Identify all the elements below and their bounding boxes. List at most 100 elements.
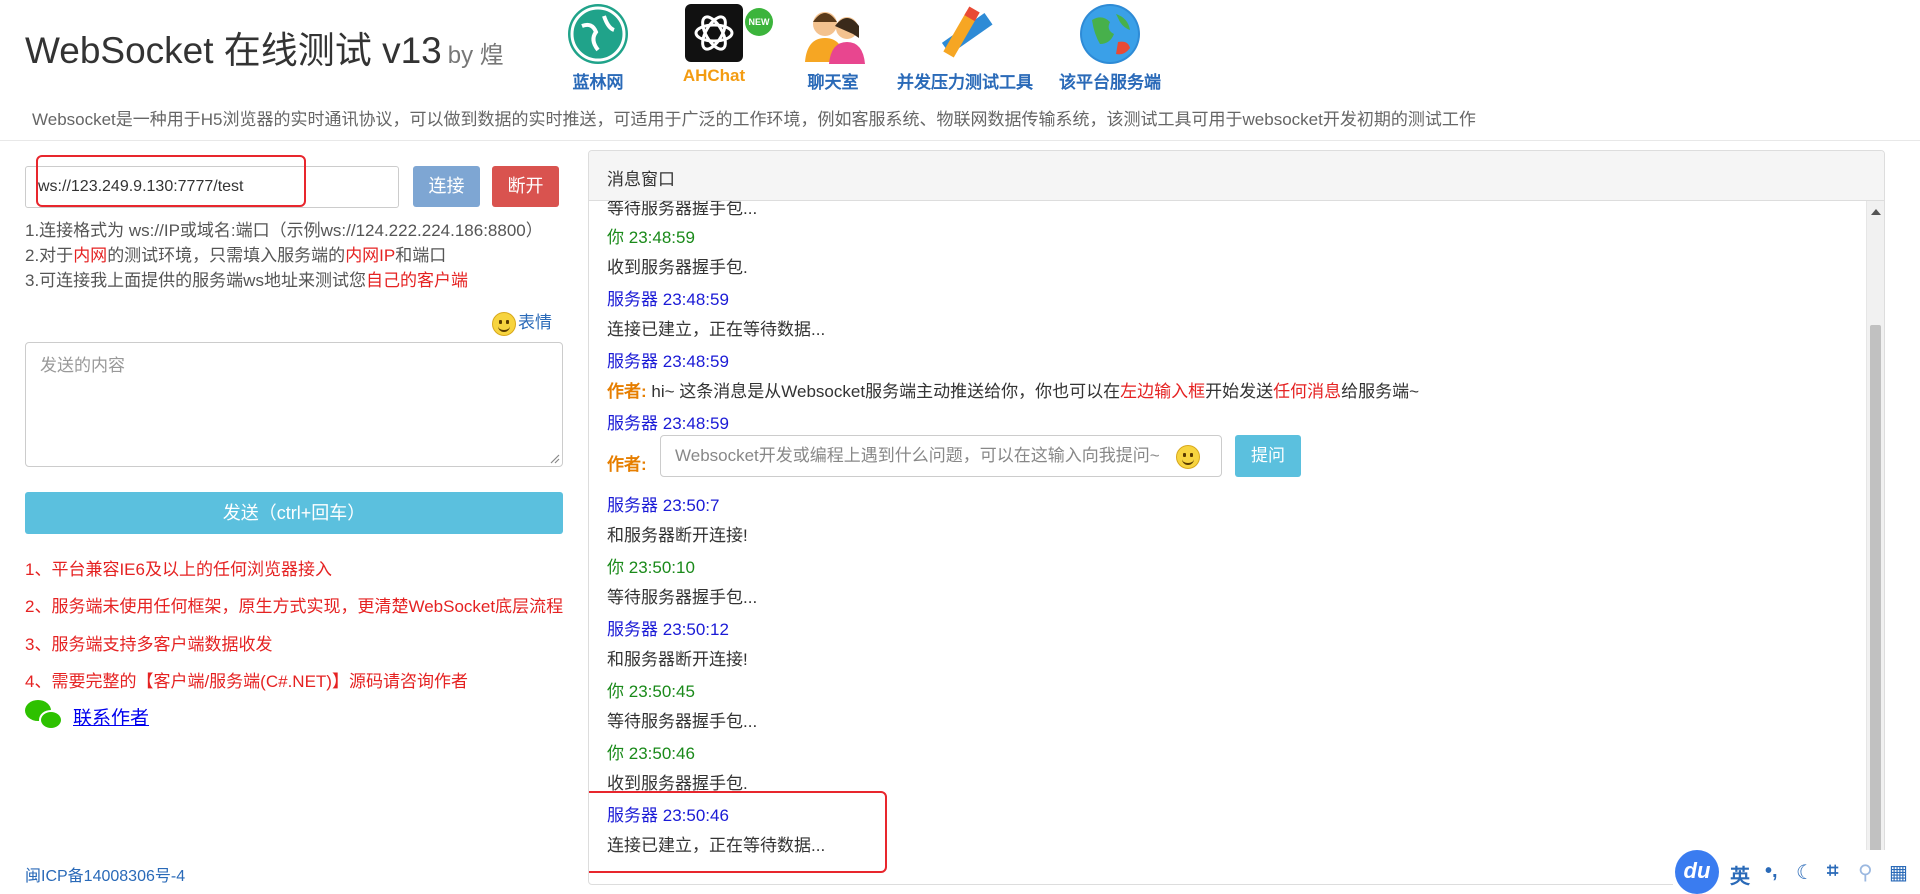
- contact-author-link[interactable]: 联系作者: [73, 708, 149, 729]
- ime-punct-icon[interactable]: •,: [1765, 860, 1778, 883]
- message-panel: 消息窗口 等待服务器握手包... 你 23:48:59 收到服务器握手包. 服务…: [588, 150, 1885, 885]
- author-label: 作者:: [607, 382, 647, 401]
- site-subtitle: Websocket是一种用于H5浏览器的实时通讯协议，可以做到数据的实时推送，可…: [32, 110, 1476, 129]
- message-time: 23:50:45: [628, 682, 695, 701]
- emoji-label: 表情: [518, 313, 552, 332]
- disconnect-button[interactable]: 断开: [492, 166, 559, 207]
- tip-highlight: 内网: [73, 246, 108, 265]
- message-time: 23:48:59: [662, 290, 729, 309]
- message-text: 和服务器断开连接!: [607, 650, 748, 669]
- message-text: 作者: hi~ 这条消息是从Websocket服务端主动推送给你，你也可以在左边…: [607, 377, 1419, 402]
- ask-button[interactable]: 提问: [1235, 435, 1301, 477]
- top-link-label: 并发压力测试工具: [897, 73, 1033, 92]
- message-item: 你 23:48:59 收到服务器握手包.: [607, 223, 748, 278]
- message-meta: 服务器 23:50:12: [607, 615, 748, 640]
- ime-crop-icon[interactable]: ⌗: [1827, 860, 1838, 883]
- message-meta: 服务器 23:48:59: [607, 285, 825, 310]
- message-sender: 你: [607, 228, 624, 247]
- message-meta: 服务器 23:50:7: [607, 491, 748, 516]
- message-list[interactable]: 等待服务器握手包... 你 23:48:59 收到服务器握手包. 服务器 23:…: [589, 201, 1867, 884]
- message-item: 服务器 23:50:7 和服务器断开连接!: [607, 491, 748, 546]
- earth-icon: [1080, 4, 1140, 64]
- message-time: 23:50:12: [662, 620, 729, 639]
- top-link-label: 该平台服务端: [1059, 73, 1161, 92]
- message-item: 服务器 23:48:59 连接已建立，正在等待数据...: [607, 285, 825, 340]
- feature-item: 4、需要完整的【客户端/服务端(C#.NET)】源码请咨询作者: [25, 672, 468, 691]
- message-sender: 你: [607, 558, 624, 577]
- ime-user-icon[interactable]: ⚲: [1858, 860, 1873, 885]
- message-highlight: 任何消息: [1273, 382, 1342, 401]
- site-title-text: WebSocket 在线测试 v13: [25, 30, 442, 71]
- send-button[interactable]: 发送（ctrl+回车）: [25, 492, 563, 534]
- ime-toolbar[interactable]: du 英 •, ☾ ⌗ ⚲ ▦: [1673, 850, 1920, 894]
- message-time: 23:48:59: [628, 228, 695, 247]
- author-label: 作者:: [607, 455, 647, 474]
- top-link-stress-test[interactable]: 并发压力测试工具: [890, 4, 1040, 93]
- tip-text: 和端口: [395, 246, 447, 265]
- site-title: WebSocket 在线测试 v13 by 煌: [25, 20, 504, 74]
- panel-header: 消息窗口: [589, 151, 1884, 201]
- ime-grid-icon[interactable]: ▦: [1889, 860, 1908, 885]
- message-text: 等待服务器握手包...: [607, 588, 758, 607]
- message-time: 23:50:10: [628, 558, 695, 577]
- emoji-button[interactable]: 表情: [492, 308, 552, 336]
- top-link-chatroom[interactable]: 聊天室: [758, 4, 908, 93]
- tip-text: 3.可连接我上面提供的服务端ws地址来测试您: [25, 271, 366, 290]
- highlight-box-url: [36, 155, 306, 207]
- icp-license-link[interactable]: 闽ICP备14008306号-4: [25, 862, 185, 886]
- message-sender: 服务器: [607, 352, 658, 371]
- message-text-part: 开始发送: [1205, 382, 1274, 401]
- message-sender: 服务器: [607, 496, 658, 515]
- message-sender: 服务器: [607, 620, 658, 639]
- message-text: 收到服务器握手包.: [607, 258, 748, 277]
- message-sender: 服务器: [607, 414, 658, 433]
- tip-server-address: 3.可连接我上面提供的服务端ws地址来测试您自己的客户端: [25, 266, 468, 291]
- ime-moon-icon[interactable]: ☾: [1796, 860, 1814, 885]
- tip-highlight: 内网IP: [345, 246, 396, 265]
- connect-button[interactable]: 连接: [413, 166, 480, 207]
- scroll-up-arrow-icon[interactable]: [1871, 209, 1881, 215]
- message-time: 23:50:46: [628, 744, 695, 763]
- message-text-part: 给服务端~: [1341, 382, 1420, 401]
- message-scrollbar[interactable]: [1866, 201, 1884, 884]
- header-divider: [0, 140, 1920, 141]
- baidu-ime-logo-icon[interactable]: du: [1675, 850, 1719, 894]
- pencil-ruler-icon: [935, 4, 995, 64]
- resize-grip-icon[interactable]: [548, 452, 560, 464]
- tip-text: 2.对于: [25, 246, 74, 265]
- ime-lang-toggle[interactable]: 英: [1730, 860, 1750, 889]
- message-input[interactable]: [25, 342, 563, 467]
- scroll-thumb[interactable]: [1870, 325, 1881, 884]
- message-text: 和服务器断开连接!: [607, 526, 748, 545]
- top-link-platform-server[interactable]: 该平台服务端: [1035, 4, 1185, 93]
- message-text: 等待服务器握手包...: [607, 712, 758, 731]
- feature-item: 2、服务端未使用任何框架，原生方式实现，更清楚WebSocket底层流程: [25, 597, 564, 616]
- message-sender: 你: [607, 744, 624, 763]
- message-meta: 你 23:50:45: [607, 677, 757, 702]
- panel-title: 消息窗口: [607, 170, 675, 189]
- feature-item: 1、平台兼容IE6及以上的任何浏览器接入: [25, 560, 332, 579]
- wechat-icon: [25, 700, 63, 732]
- message-meta: 服务器 23:48:59: [607, 409, 729, 434]
- message-sender: 服务器: [607, 290, 658, 309]
- top-link-label: 聊天室: [807, 73, 859, 92]
- openai-icon: NEW: [685, 4, 773, 62]
- highlight-box-message: [589, 791, 887, 873]
- smiley-icon: [492, 311, 516, 336]
- message-time: 23:48:59: [662, 352, 729, 371]
- tip-highlight: 自己的客户端: [365, 271, 468, 290]
- message-sender: 你: [607, 682, 624, 701]
- message-highlight: 左边输入框: [1120, 382, 1206, 401]
- globe-icon: [568, 4, 628, 64]
- tip-text: 的测试环境，只需填入服务端的: [107, 246, 346, 265]
- feature-item: 3、服务端支持多客户端数据收发: [25, 635, 273, 654]
- smiley-icon: [1176, 445, 1200, 469]
- message-text: 连接已建立，正在等待数据...: [607, 320, 826, 339]
- tip-intranet: 2.对于内网的测试环境，只需填入服务端的内网IP和端口: [25, 241, 446, 266]
- ask-question-input[interactable]: [660, 435, 1222, 477]
- message-meta: 你 23:50:10: [607, 553, 757, 578]
- message-meta: 服务器 23:48:59: [607, 347, 1419, 372]
- message-item-cut: 等待服务器握手包...: [607, 201, 757, 219]
- message-item: 你 23:50:45 等待服务器握手包...: [607, 677, 757, 732]
- message-time: 23:48:59: [662, 414, 729, 433]
